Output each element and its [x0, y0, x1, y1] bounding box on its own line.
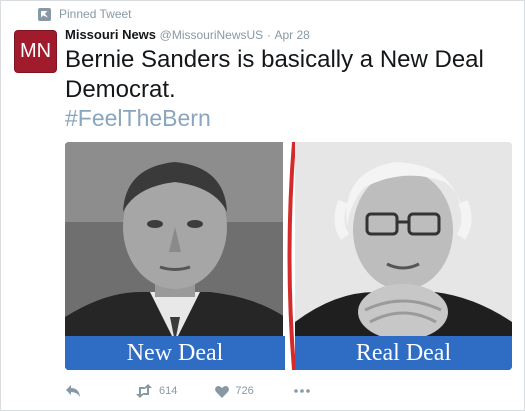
more-button[interactable] — [293, 389, 310, 393]
retweet-button[interactable]: 614 — [135, 384, 177, 398]
caption-left: New Deal — [65, 336, 285, 370]
reply-button[interactable] — [65, 384, 81, 398]
tweet-text: Bernie Sanders is basically a New Deal D… — [65, 46, 484, 103]
avatar-text: MN — [19, 40, 52, 62]
reply-icon — [66, 385, 80, 397]
more-icon — [293, 389, 310, 393]
hashtag-link[interactable]: #FeelTheBern — [65, 105, 211, 132]
separator-dot: · — [266, 28, 271, 42]
retweet-count: 614 — [159, 385, 178, 397]
caption-right-text: Real Deal — [355, 339, 452, 366]
author-name[interactable]: Missouri News — [65, 27, 156, 42]
retweet-icon — [136, 384, 152, 398]
avatar[interactable]: MN — [14, 30, 57, 73]
like-button[interactable]: 726 — [215, 385, 254, 398]
like-count: 726 — [235, 385, 254, 397]
author-handle[interactable]: @MissouriNewsUS — [160, 28, 264, 42]
tweet-header: Missouri News @MissouriNewsUS · Apr 28 — [65, 27, 310, 42]
heart-icon — [215, 385, 230, 398]
tweet-date[interactable]: Apr 28 — [274, 28, 309, 42]
pinned-indicator: Pinned Tweet — [38, 7, 132, 21]
tweet-actions: 614 726 — [65, 384, 310, 398]
tweet-card[interactable]: Pinned Tweet MN Missouri News @MissouriN… — [0, 0, 525, 411]
pin-icon — [38, 7, 51, 21]
caption-left-text: New Deal — [126, 339, 224, 366]
caption-right: Real Deal — [295, 336, 512, 370]
tweet-media-image[interactable]: New Deal Real Deal — [65, 142, 512, 370]
pinned-label: Pinned Tweet — [59, 7, 132, 21]
